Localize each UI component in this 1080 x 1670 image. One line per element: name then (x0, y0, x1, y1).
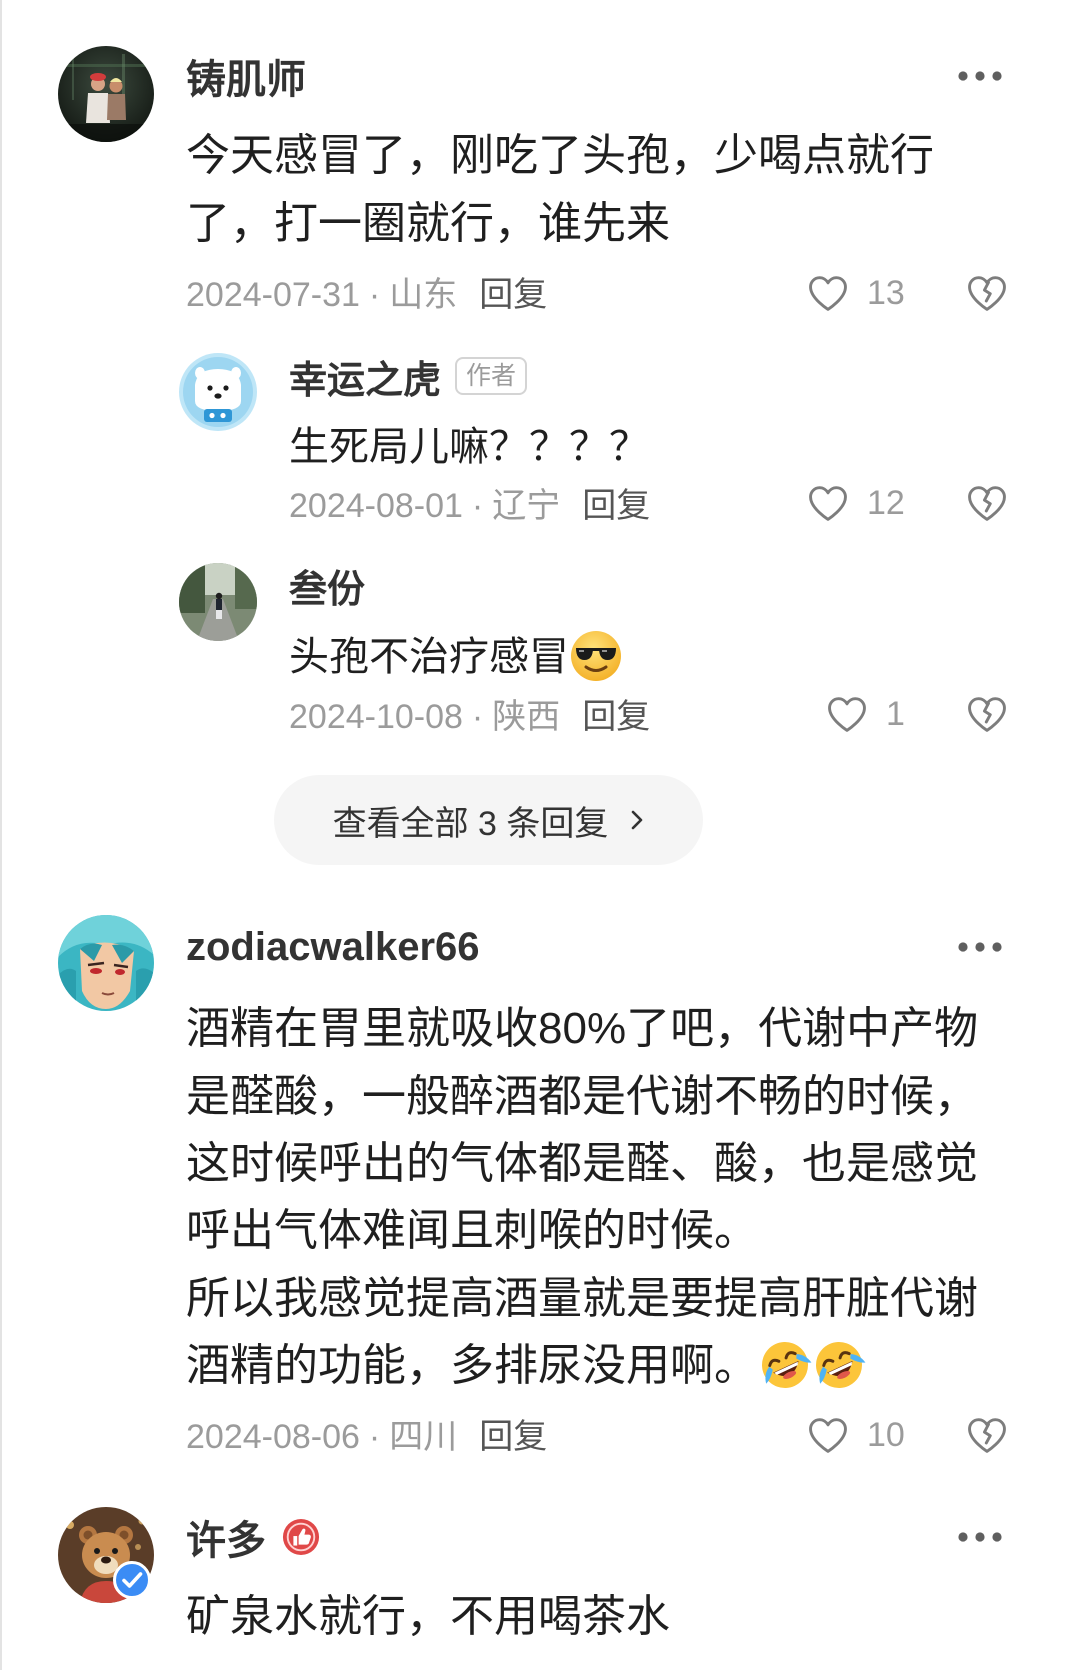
like-heart-icon[interactable] (806, 273, 850, 313)
username-text[interactable]: 幸运之虎 (289, 349, 441, 404)
broken-heart-icon[interactable] (965, 1415, 1009, 1455)
meta-separator: · (471, 698, 484, 736)
comment-text-line: 今天感冒了，刚吃了头孢，少喝点就行 (186, 131, 934, 180)
reply-button[interactable]: 回复 (479, 276, 547, 314)
broken-heart-icon[interactable] (965, 694, 1009, 734)
reply-location: 陕西 (492, 698, 561, 736)
comment-text-line: 酒精在胃里就吸收80%了吧，代谢中产物 (186, 1004, 979, 1053)
more-options-icon[interactable] (957, 941, 1003, 953)
left-edge-border (0, 0, 2, 1670)
reply-button[interactable]: 回复 (582, 698, 650, 736)
rolling-on-the-floor-laughing-emoji (762, 1342, 812, 1389)
reply-text[interactable]: 头孢不治疗感冒 (289, 623, 623, 691)
avatar-image (179, 353, 257, 431)
author-tag: 作者 (455, 357, 528, 395)
username-text[interactable]: 铸肌师 (186, 47, 306, 105)
view-all-replies-label: 查看全部 3 条回复 (332, 804, 609, 843)
reply-date: 2024-08-01 (289, 487, 463, 525)
comment-avatar[interactable] (58, 915, 154, 1011)
username-text[interactable]: 许多 (186, 1508, 266, 1566)
meta-separator: · (368, 276, 381, 314)
comment-meta: 2024-07-31 · 山东 回复 (186, 275, 547, 315)
rolling-on-the-floor-laughing-emoji (816, 1342, 866, 1389)
smiling-face-with-sunglasses-emoji (571, 631, 621, 682)
comment-username[interactable]: 许多 (186, 1513, 320, 1563)
comment-text-line: 了，打一圈就行，谁先来 (186, 199, 670, 248)
comment-location: 四川 (389, 1418, 458, 1456)
like-count: 10 (867, 1416, 905, 1454)
comment-text-content: 酒精的功能，多排尿没用啊。 (186, 1341, 758, 1390)
like-heart-icon[interactable] (825, 694, 869, 734)
like-heart-icon[interactable] (806, 1415, 850, 1455)
comment-text-line: 是醛酸，一般醉酒都是代谢不畅的时候， (186, 1072, 978, 1121)
honor-medal-icon (282, 1518, 320, 1556)
reply-username[interactable]: 幸运之虎 作者 (289, 352, 528, 402)
more-options-icon[interactable] (957, 1531, 1003, 1543)
reply-meta: 2024-10-08 · 陕西 回复 (289, 697, 650, 737)
comment-location: 山东 (389, 276, 458, 314)
broken-heart-icon[interactable] (965, 273, 1009, 313)
verified-badge-icon (113, 1561, 151, 1599)
reply-meta: 2024-08-01 · 辽宁 回复 (289, 486, 650, 526)
like-heart-icon[interactable] (806, 483, 850, 523)
comment-username[interactable]: zodiacwalker66 (186, 923, 480, 971)
username-text[interactable]: zodiacwalker66 (186, 925, 480, 970)
broken-heart-icon[interactable] (965, 483, 1009, 523)
comment-meta: 2024-08-06 · 四川 回复 (186, 1417, 547, 1457)
reply-button[interactable]: 回复 (479, 1418, 547, 1456)
reply-button[interactable]: 回复 (582, 487, 650, 525)
reply-avatar[interactable] (179, 353, 257, 431)
avatar-image (179, 563, 257, 641)
like-count: 1 (886, 695, 905, 733)
avatar-image (58, 915, 154, 1011)
comment-date: 2024-08-06 (186, 1418, 360, 1456)
comment-text-line: 呼出气体难闻且刺喉的时候。 (186, 1206, 758, 1255)
avatar-image (58, 46, 154, 142)
like-count: 13 (867, 274, 905, 312)
comment-date: 2024-07-31 (186, 276, 360, 314)
reply-avatar[interactable] (179, 563, 257, 641)
comment-text-line: 酒精的功能，多排尿没用啊。 (186, 1332, 866, 1400)
comment-text-line: 这时候呼出的气体都是醛、酸，也是感觉 (186, 1139, 978, 1188)
like-count: 12 (867, 484, 905, 522)
reply-text-content: 头孢不治疗感冒 (289, 635, 569, 679)
comment-username[interactable]: 铸肌师 (186, 52, 306, 102)
meta-separator: · (368, 1418, 381, 1456)
comment-text-line: 矿泉水就行，不用喝茶水 (186, 1592, 670, 1641)
view-all-replies-button[interactable]: 查看全部 3 条回复 (274, 775, 703, 865)
reply-username[interactable]: 叁份 (289, 561, 365, 611)
meta-separator: · (471, 487, 484, 525)
reply-date: 2024-10-08 (289, 698, 463, 736)
reply-text[interactable]: 生死局儿嘛？？？？ (289, 413, 649, 481)
more-options-icon[interactable] (957, 70, 1003, 82)
comment-text-line: 所以我感觉提高酒量就是要提高肝脏代谢 (186, 1274, 978, 1323)
username-text[interactable]: 叁份 (289, 558, 365, 613)
comment-avatar[interactable] (58, 46, 154, 142)
reply-location: 辽宁 (492, 487, 561, 525)
chevron-right-icon (632, 810, 643, 830)
